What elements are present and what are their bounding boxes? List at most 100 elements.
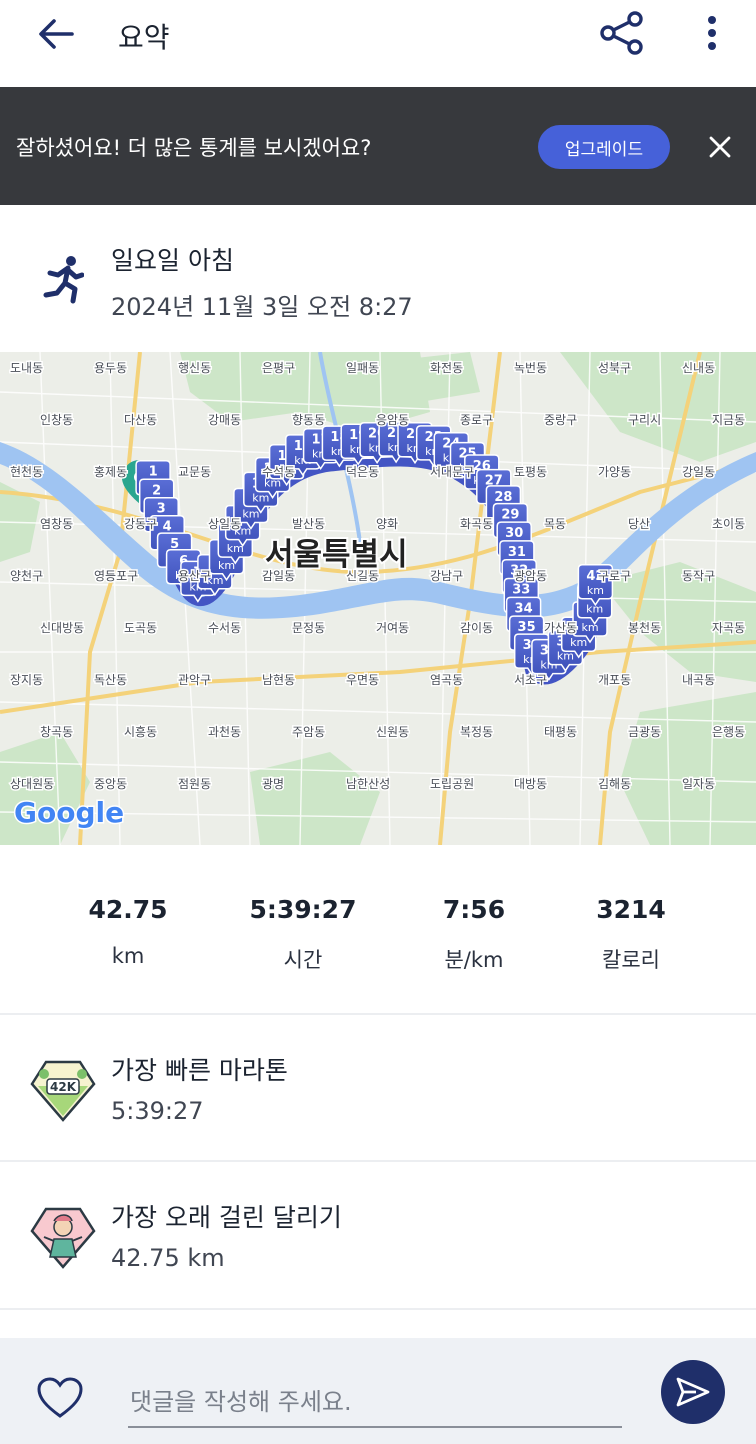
record-title: 가장 오래 걸린 달리기: [111, 1203, 342, 1232]
record-fastest-marathon[interactable]: 42K 가장 빠른 마라톤 5:39:27: [0, 1015, 756, 1162]
google-attribution: Google: [14, 796, 124, 829]
route-map[interactable]: 1km2km3km4km5km6km7km8km9km10km11km12km1…: [0, 352, 756, 845]
map-place-label: 일자동: [682, 777, 715, 791]
map-place-label: 신내동: [682, 361, 715, 375]
stat-pace: 7:56 분/km: [399, 895, 549, 974]
map-place-label: 내곡동: [682, 673, 715, 687]
km-marker-unit: km: [252, 491, 269, 504]
map-place-label: 봉천동: [628, 620, 661, 635]
map-place-label: 은행동: [712, 724, 745, 739]
map-place-label: 토평동: [514, 465, 547, 479]
map-place-label: 개포동: [598, 673, 631, 687]
map-place-label: 거여동: [376, 621, 409, 635]
stat-unit: km: [111, 944, 145, 968]
map-place-label: 중앙동: [94, 777, 127, 791]
runner-icon: [43, 256, 84, 304]
map-place-label: 응암동: [376, 413, 409, 427]
map-place-label: 문정동: [292, 621, 325, 635]
share-icon: [600, 11, 643, 55]
map-place-label: 발산동: [292, 517, 325, 531]
km-marker-number: 1: [149, 465, 158, 480]
stat-calories: 3214 칼로리: [556, 895, 706, 974]
map-place-label: 행신동: [178, 360, 211, 375]
comment-input[interactable]: 댓글을 작성해 주세요.: [128, 1368, 622, 1428]
km-marker-number: 34: [515, 601, 533, 616]
activity-header: 일요일 아침 2024년 11월 3일 오전 8:27: [0, 205, 756, 352]
marathon-42k-badge-icon: 42K: [30, 1060, 96, 1122]
stat-unit: 분/km: [444, 948, 504, 972]
comment-bar: 댓글을 작성해 주세요.: [0, 1338, 756, 1444]
map-place-label: 수서동: [208, 621, 241, 635]
map-place-label: 남한산성: [346, 777, 390, 791]
map-place-label: 도내동: [10, 361, 43, 375]
map-place-label: 초이동: [712, 517, 745, 531]
km-marker-unit: km: [242, 508, 259, 521]
map-place-label: 구로구: [598, 569, 631, 583]
map-place-label: 양화: [376, 517, 398, 531]
activity-datetime: 2024년 11월 3일 오전 8:27: [111, 293, 413, 321]
app-bar: 요약: [0, 0, 756, 87]
map-place-label: 주암동: [292, 725, 325, 739]
banner-message: 잘하셨어요! 더 많은 통계를 보시겠어요?: [16, 136, 372, 160]
more-options-button[interactable]: [692, 10, 732, 56]
upgrade-button[interactable]: 업그레이드: [538, 125, 670, 169]
km-marker-unit: km: [587, 584, 604, 597]
close-icon: [709, 136, 731, 158]
map-place-label: 화전동: [430, 361, 463, 375]
record-longest-run[interactable]: 가장 오래 걸린 달리기 42.75 km: [0, 1162, 756, 1310]
map-place-label: 강동구: [124, 517, 157, 531]
km-marker-number: 33: [512, 583, 530, 598]
map-place-label: 강남구: [430, 569, 463, 583]
stat-unit: 시간: [283, 948, 323, 972]
banner-close-button[interactable]: [700, 127, 740, 167]
map-place-label: 영등포구: [94, 569, 138, 583]
map-place-label: 독산동: [94, 673, 127, 687]
map-place-label: 현천동: [10, 464, 43, 479]
map-place-label: 용산구: [178, 569, 211, 583]
map-place-label: 강일동: [682, 465, 715, 479]
share-button[interactable]: [596, 10, 648, 56]
map-place-label: 광명: [262, 777, 284, 791]
map-place-label: 상대원동: [10, 777, 54, 791]
map-place-label: 장지동: [10, 673, 43, 687]
km-marker-number: 29: [501, 508, 519, 523]
back-button[interactable]: [30, 12, 82, 56]
map-place-label: 목동: [544, 517, 566, 531]
map-place-label: 인창동: [40, 413, 73, 427]
map-place-label: 양천구: [10, 568, 43, 583]
km-marker-unit: km: [218, 559, 235, 572]
map-place-label: 용두동: [94, 361, 127, 375]
map-place-label: 서초구: [514, 673, 547, 687]
send-button[interactable]: [661, 1360, 725, 1424]
map-place-label: 신대방동: [40, 621, 84, 635]
map-place-label: 남현동: [262, 673, 295, 687]
map-place-label: 교문동: [178, 465, 211, 479]
record-value: 42.75 km: [111, 1244, 225, 1272]
stat-value: 3214: [596, 895, 666, 924]
km-marker-unit: km: [570, 636, 587, 649]
map-place-label: 구리시: [628, 413, 661, 427]
km-marker-number: 31: [508, 545, 526, 560]
map-place-label: 강매동: [208, 413, 241, 427]
km-marker-number: 28: [494, 490, 512, 505]
km-marker-number: 2: [152, 483, 161, 498]
stat-value: 42.75: [88, 895, 168, 924]
arrow-left-icon: [39, 19, 74, 49]
map-place-label: 서대문구: [430, 465, 474, 479]
map-place-label: 녹번동: [514, 361, 547, 375]
map-place-label: 화곡동: [460, 517, 493, 531]
map-place-label: 과천동: [208, 724, 241, 739]
map-place-label: 지금동: [712, 413, 745, 427]
map-place-label: 향동동: [292, 413, 325, 427]
map-place-label: 점원동: [178, 777, 211, 791]
map-place-label: 신원동: [376, 725, 409, 739]
activity-name: 일요일 아침: [111, 246, 234, 275]
map-place-label: 종로구: [460, 413, 493, 427]
map-place-label: 동작구: [682, 569, 715, 583]
map-place-label: 광암동: [514, 569, 547, 583]
heart-icon[interactable]: [36, 1376, 84, 1420]
map-place-label: 금광동: [628, 725, 661, 739]
stats-row: 42.75 km 5:39:27 시간 7:56 분/km 3214 칼로리: [0, 845, 756, 1015]
km-marker-number: 3: [157, 502, 166, 517]
map-place-label: 창곡동: [40, 725, 73, 739]
